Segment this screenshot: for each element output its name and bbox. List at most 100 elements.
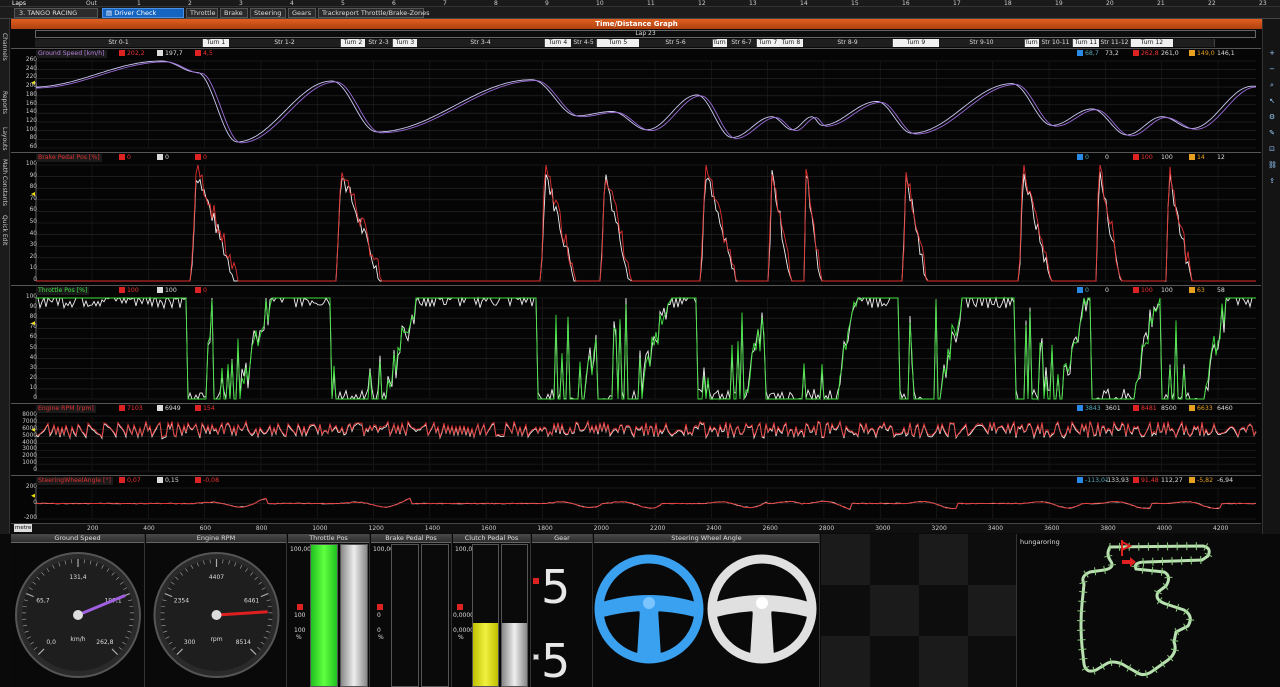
zoom-out-icon[interactable]: − <box>1268 65 1276 73</box>
lap-6[interactable]: 6 <box>392 0 396 7</box>
sector-22[interactable]: Turn 12 <box>1131 39 1173 47</box>
brake-panel[interactable]: 100 90 80 70 60 50 40 30 20 10 0 Brake Pedal Pos [%… <box>11 152 1261 285</box>
lap-4[interactable]: 4 <box>290 0 294 7</box>
lap-20[interactable]: 20 <box>1106 0 1114 7</box>
zoom-in-icon[interactable]: + <box>1268 49 1276 57</box>
lap-13[interactable]: 13 <box>749 0 757 7</box>
lap-9[interactable]: 9 <box>545 0 549 7</box>
side-tab-reports[interactable]: Reports <box>1 91 8 114</box>
y-tick: 50 <box>29 344 37 351</box>
search-icon[interactable]: ⌕ <box>1268 81 1276 89</box>
side-tab-strip: Channels Reports Layouts Math Constants … <box>0 19 10 534</box>
lap-10[interactable]: 10 <box>596 0 604 7</box>
sector-18[interactable]: Turn 10 <box>1025 39 1039 47</box>
sector-0[interactable]: Str 0-1 <box>35 39 203 47</box>
lap-12[interactable]: 12 <box>698 0 706 7</box>
lap-1[interactable]: 1 <box>137 0 141 7</box>
steer-readout-right: -133,93 <box>1105 477 1129 484</box>
sector-9[interactable]: Turn 5 <box>597 39 639 47</box>
sector-13[interactable]: Turn 7 <box>757 39 779 47</box>
side-tab-math-constants[interactable]: Math Constants <box>1 159 8 206</box>
lap-2[interactable]: 2 <box>188 0 192 7</box>
sector-3[interactable]: Turn 2 <box>341 39 365 47</box>
brake-series-lap-b <box>36 170 1256 282</box>
gauge-label: 0,0 <box>46 639 56 646</box>
sector-14[interactable]: Turn 8 <box>779 39 803 47</box>
speed-readout-right: 261,0 <box>1161 50 1179 57</box>
export-icon[interactable]: ⇪ <box>1268 177 1276 185</box>
speed-panel[interactable]: 260 240 220 200 180 160 140 120 100 80 60 Ground Sp… <box>11 48 1261 152</box>
sector-16[interactable]: Turn 9 <box>893 39 939 47</box>
y-tick: 1000 <box>22 460 37 467</box>
tab-driver-check[interactable]: ▤ Driver Check <box>102 8 184 18</box>
track-map-panel[interactable]: hungaroring <box>1018 534 1280 687</box>
lap-0[interactable]: Out <box>86 0 97 7</box>
gauge-hub <box>211 610 222 620</box>
side-tab-layouts[interactable]: Layouts <box>1 127 8 151</box>
y-tick: 200 <box>25 484 37 490</box>
lap-19[interactable]: 19 <box>1055 0 1063 7</box>
speed-readout-left: 202,2 <box>119 50 145 58</box>
speed-readout-left: 4,5 <box>195 50 213 58</box>
gauge-unit: km/h <box>70 636 85 643</box>
x-tick: 4200 <box>1213 525 1229 532</box>
lap-23[interactable]: 23 <box>1259 0 1267 7</box>
sector-21[interactable]: Str 11-12 <box>1099 39 1131 47</box>
lap-15[interactable]: 15 <box>851 0 859 7</box>
link-icon[interactable]: ⛓ <box>1268 161 1277 169</box>
brake-readout-right: 12 <box>1217 154 1225 161</box>
sector-10[interactable]: Str 5-6 <box>639 39 713 47</box>
tab-brake[interactable]: Brake <box>220 8 248 18</box>
settings-icon[interactable]: ⚙ <box>1268 113 1276 121</box>
sector-15[interactable]: Str 8-9 <box>803 39 893 47</box>
lap-16[interactable]: 16 <box>902 0 910 7</box>
driver-combo[interactable]: 3. TANGO RACING <box>14 8 98 18</box>
x-tick: 600 <box>199 525 212 532</box>
gauge-label: 2354 <box>174 597 189 604</box>
sector-2[interactable]: Str 1-2 <box>229 39 341 47</box>
tab-gears[interactable]: Gears <box>288 8 316 18</box>
tab-steering[interactable]: Steering <box>250 8 286 18</box>
tab-throttle[interactable]: Throttle <box>186 8 218 18</box>
lap-8[interactable]: 8 <box>494 0 498 7</box>
lock-icon[interactable]: ⊡ <box>1268 145 1276 153</box>
sector-17[interactable]: Str 9-10 <box>939 39 1025 47</box>
sector-19[interactable]: Str 10-11 <box>1039 39 1073 47</box>
sector-1[interactable]: Turn 1 <box>203 39 229 47</box>
lap-a-marker <box>457 604 463 610</box>
edit-icon[interactable]: ✎ <box>1268 129 1276 137</box>
sector-11[interactable]: Turn 6 <box>713 39 727 47</box>
gear-panel: Gear 5 5 <box>532 534 593 687</box>
tab-trackreport[interactable]: Trackreport Throttle/Brake-Zones <box>318 8 430 18</box>
gauge-label: 262,8 <box>96 639 113 646</box>
y-tick: 10 <box>29 384 37 391</box>
laps-bar[interactable]: Laps Out 1 2 3 4 5 6 7 8 9 10 11 12 13 14 15 16 17 18 19 20 2… <box>0 0 1280 7</box>
steering-panel[interactable]: 200 0 -200 SteeringWheelAngle [°] 0,07 0,15 -0… <box>11 475 1261 523</box>
lap-18[interactable]: 18 <box>1004 0 1012 7</box>
lap-5[interactable]: 5 <box>341 0 345 7</box>
lap-17[interactable]: 17 <box>953 0 961 7</box>
rpm-panel[interactable]: 8000 7000 6000 5000 4000 3000 2000 1000 0 Engine … <box>11 403 1261 475</box>
gauge-label: 6461 <box>244 597 259 604</box>
side-tab-channels[interactable]: Channels <box>1 33 8 61</box>
sector-12[interactable]: Str 6-7 <box>727 39 757 47</box>
lap-14[interactable]: 14 <box>800 0 808 7</box>
speed-readout-right: 73,2 <box>1105 50 1119 57</box>
sector-4[interactable]: Str 2-3 <box>365 39 393 47</box>
cursor-icon[interactable]: ↖ <box>1268 97 1276 105</box>
sector-7[interactable]: Turn 4 <box>545 39 571 47</box>
side-tab-quick-edit[interactable]: Quick Edit <box>1 215 8 246</box>
lap-22[interactable]: 22 <box>1208 0 1216 7</box>
throttle-panel[interactable]: 100 90 80 70 60 50 40 30 20 10 0 Throttle Pos [%] 10… <box>11 285 1261 403</box>
sector-20[interactable]: Turn 11 <box>1073 39 1099 47</box>
sector-5[interactable]: Turn 3 <box>393 39 417 47</box>
sector-6[interactable]: Str 3-4 <box>417 39 545 47</box>
lap-21[interactable]: 21 <box>1157 0 1165 7</box>
track-tick <box>1142 558 1145 567</box>
speed-plot <box>31 60 1257 149</box>
lap-7[interactable]: 7 <box>443 0 447 7</box>
sector-8[interactable]: Str 4-5 <box>571 39 597 47</box>
lap-3[interactable]: 3 <box>239 0 243 7</box>
sector-23[interactable] <box>1173 39 1215 47</box>
lap-11[interactable]: 11 <box>647 0 655 7</box>
